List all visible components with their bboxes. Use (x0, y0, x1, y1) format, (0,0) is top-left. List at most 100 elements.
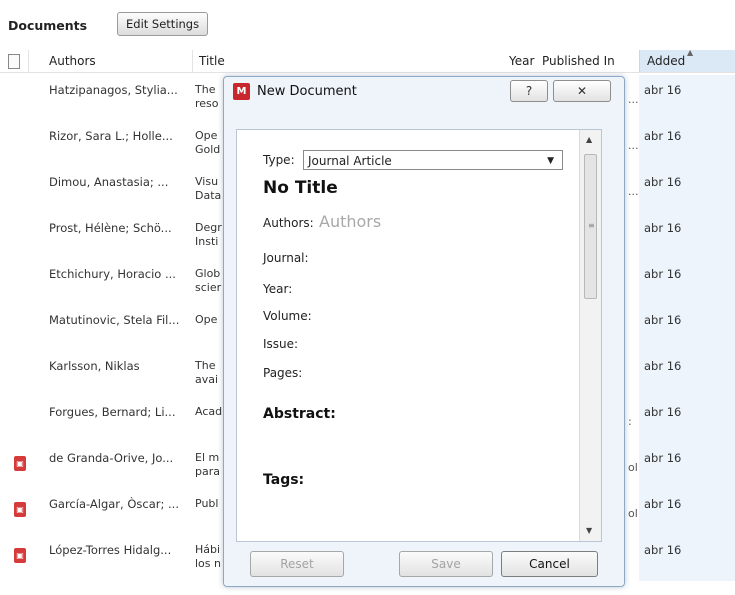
document-icon (8, 54, 20, 69)
type-select-value: Journal Article (308, 154, 392, 168)
issue-field[interactable]: Issue: (263, 337, 298, 351)
published-in-cell: ... (628, 139, 639, 152)
pdf-icon[interactable]: ▣ (14, 502, 26, 517)
added-cell-bg (639, 75, 735, 121)
published-in-cell: ol (628, 507, 638, 520)
form-scrollbar[interactable]: ▲ ≡ ▼ (579, 130, 601, 541)
scroll-down-icon[interactable]: ▼ (586, 526, 592, 535)
added-cell-bg (639, 351, 735, 397)
title-cell-line2: para (195, 465, 220, 478)
scroll-up-icon[interactable]: ▲ (586, 135, 592, 144)
grip-icon: ≡ (588, 221, 595, 230)
title-cell: Degr (195, 221, 222, 234)
title-cell-line2: Gold (195, 143, 221, 156)
journal-field[interactable]: Journal: (263, 251, 309, 265)
published-in-cell: : (628, 415, 632, 428)
pdf-icon[interactable]: ▣ (14, 548, 26, 563)
document-form: Type: Journal Article ▼ No Title Authors… (236, 129, 602, 542)
authors-cell: Prost, Hélène; Schö... (49, 221, 172, 235)
title-cell: Ope (195, 313, 218, 326)
tags-heading[interactable]: Tags: (263, 472, 304, 488)
new-document-dialog: M New Document ? ✕ Type: Journal Article… (223, 76, 625, 587)
published-in-cell: ... (628, 185, 639, 198)
authors-cell: Dimou, Anastasia; ... (49, 175, 169, 189)
column-header-published-in[interactable]: Published In (542, 54, 615, 68)
pages-field[interactable]: Pages: (263, 366, 302, 380)
title-cell: Hábi (195, 543, 221, 556)
mendeley-icon: M (233, 83, 250, 100)
column-header-title[interactable]: Title (199, 54, 225, 68)
authors-field[interactable]: Authors (319, 212, 381, 231)
added-cell-bg (639, 535, 735, 581)
added-cell: abr 16 (644, 543, 682, 557)
authors-cell: López-Torres Hidalg... (49, 543, 172, 557)
authors-cell: Rizor, Sara L.; Holle... (49, 129, 173, 143)
column-header-year[interactable]: Year (509, 54, 534, 68)
sort-ascending-icon: ▲ (687, 48, 694, 57)
published-in-cell: ol (628, 461, 638, 474)
dialog-title: New Document (257, 84, 357, 99)
added-cell: abr 16 (644, 267, 682, 281)
added-cell: abr 16 (644, 129, 682, 143)
title-cell-line2: Data (195, 189, 222, 202)
added-cell-bg (639, 305, 735, 351)
added-cell-bg (639, 121, 735, 167)
authors-cell: Hatzipanagos, Stylia... (49, 83, 178, 97)
title-cell: Visu (195, 175, 219, 188)
documents-heading: Documents (8, 18, 88, 33)
table-header: Authors Title Year Published In Added ▲ (0, 48, 735, 73)
cancel-button[interactable]: Cancel (501, 551, 598, 577)
title-cell: The (195, 359, 216, 372)
added-cell: abr 16 (644, 497, 682, 511)
type-label: Type: (263, 153, 295, 167)
edit-settings-button[interactable]: Edit Settings (117, 12, 209, 36)
document-title-field[interactable]: No Title (263, 178, 338, 198)
volume-field[interactable]: Volume: (263, 309, 312, 323)
pdf-icon[interactable]: ▣ (14, 456, 26, 471)
chevron-down-icon: ▼ (547, 156, 554, 166)
added-cell-bg (639, 213, 735, 259)
added-cell: abr 16 (644, 359, 682, 373)
authors-cell: Karlsson, Niklas (49, 359, 140, 373)
authors-cell: Matutinovic, Stela Fil... (49, 313, 180, 327)
added-cell: abr 16 (644, 175, 682, 189)
scrollbar-thumb[interactable]: ≡ (584, 154, 597, 299)
added-cell: abr 16 (644, 83, 682, 97)
authors-cell: de Granda-Orive, Jo... (49, 451, 174, 465)
type-select[interactable]: Journal Article ▼ (303, 150, 563, 170)
year-field[interactable]: Year: (263, 282, 292, 296)
added-cell-bg (639, 489, 735, 535)
reset-button[interactable]: Reset (250, 551, 344, 577)
close-button[interactable]: ✕ (553, 80, 611, 102)
column-header-authors[interactable]: Authors (49, 54, 96, 68)
title-cell: El m (195, 451, 220, 464)
help-button[interactable]: ? (510, 80, 548, 102)
documents-toolbar: Documents Edit Settings (0, 0, 735, 48)
title-cell: Glob (195, 267, 221, 280)
authors-cell: Etchichury, Horacio ... (49, 267, 176, 281)
dialog-titlebar[interactable]: M New Document ? ✕ (224, 77, 624, 107)
column-separator (28, 50, 29, 72)
title-cell: Publ (195, 497, 219, 510)
added-cell-bg (639, 397, 735, 443)
authors-cell: Forgues, Bernard; Li... (49, 405, 176, 419)
added-cell-bg (639, 443, 735, 489)
column-separator (192, 50, 193, 72)
added-cell: abr 16 (644, 405, 682, 419)
title-cell-line2: reso (195, 97, 219, 110)
added-cell-bg (639, 259, 735, 305)
published-in-cell: ... (628, 93, 639, 106)
title-cell-line2: avai (195, 373, 219, 386)
added-cell: abr 16 (644, 313, 682, 327)
abstract-heading[interactable]: Abstract: (263, 406, 336, 422)
title-cell: Acad (195, 405, 223, 418)
authors-label: Authors: (263, 216, 314, 230)
added-cell: abr 16 (644, 451, 682, 465)
column-header-added[interactable]: Added (647, 54, 685, 68)
added-cell: abr 16 (644, 221, 682, 235)
title-cell: Ope (195, 129, 218, 142)
save-button[interactable]: Save (399, 551, 493, 577)
title-cell: The (195, 83, 216, 96)
title-cell-line2: scier (195, 281, 222, 294)
title-cell-line2: Insti (195, 235, 219, 248)
